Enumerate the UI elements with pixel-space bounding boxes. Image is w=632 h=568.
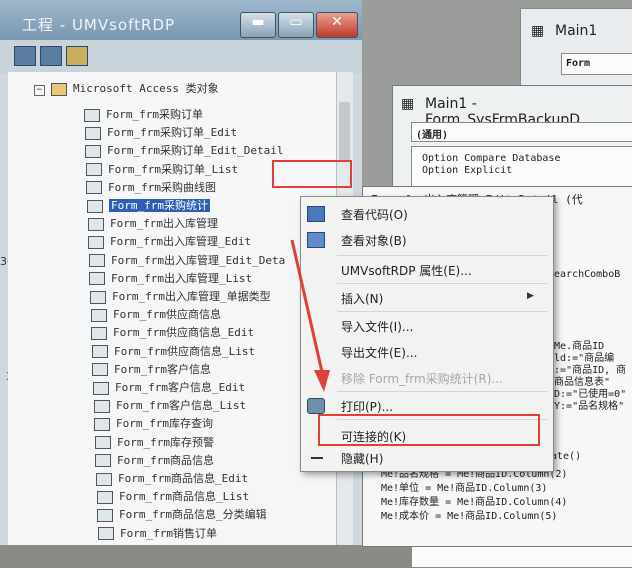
annotation-arrow [290, 239, 330, 392]
